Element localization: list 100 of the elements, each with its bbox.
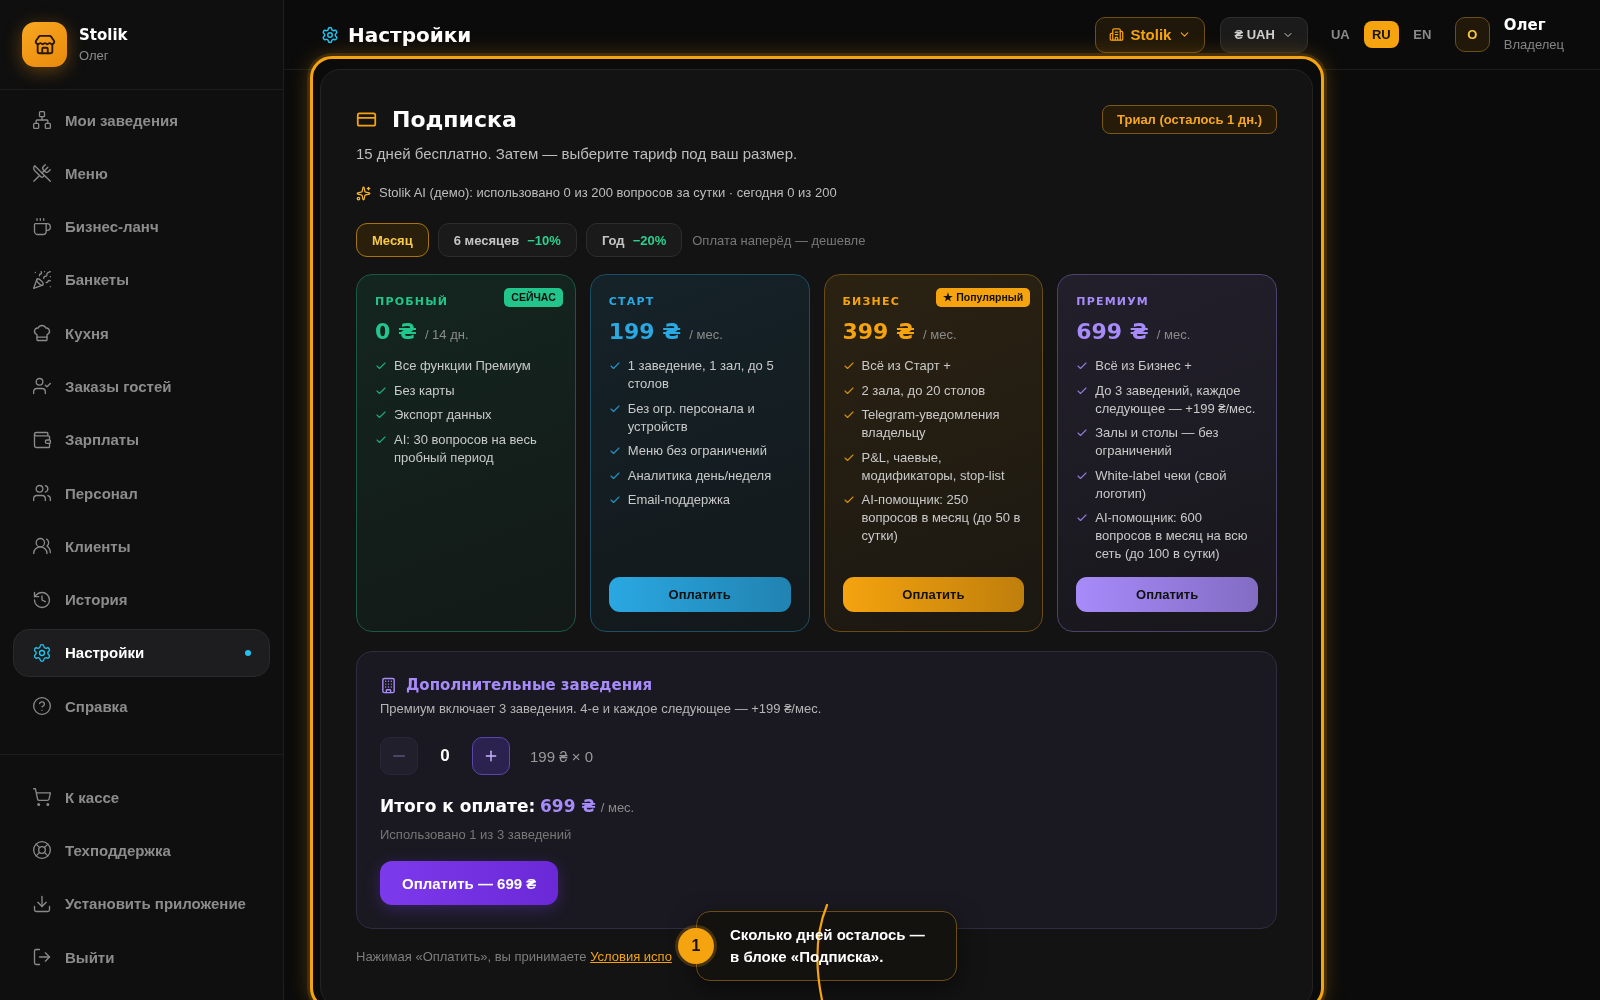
feature-text: White-label чеки (свой логотип) bbox=[1095, 466, 1228, 503]
check-icon bbox=[1076, 360, 1089, 372]
check-icon bbox=[1076, 427, 1089, 439]
price-period: / 14 дн. bbox=[424, 327, 469, 342]
active-dot-icon bbox=[245, 649, 251, 656]
nav-item[interactable]: К кассе bbox=[13, 773, 270, 822]
feature-text: 2 зала, до 20 столов bbox=[861, 381, 986, 400]
nav-item[interactable]: Мои заведения bbox=[13, 96, 270, 144]
feature-text: Аналитика день/неделя bbox=[627, 466, 772, 485]
feature-text: Всё из Старт + bbox=[861, 357, 951, 375]
period-tab[interactable]: 6 месяцев −10% bbox=[437, 223, 577, 257]
party-popper-icon bbox=[32, 269, 52, 290]
download-icon bbox=[32, 893, 52, 914]
users-icon bbox=[32, 483, 52, 504]
nav-item[interactable]: Выйти bbox=[13, 933, 270, 981]
plan-name: ПРОБНЫЙ bbox=[375, 295, 449, 309]
venue-select[interactable]: Stolik bbox=[1094, 16, 1206, 53]
feature-text: Без карты bbox=[394, 381, 455, 400]
feature-text: AI: 30 вопросов на весь пробный период bbox=[394, 430, 538, 467]
step-number: 1 bbox=[678, 928, 714, 964]
chef-hat-icon bbox=[32, 323, 52, 344]
page-title: Настройки bbox=[348, 21, 472, 48]
users-icon bbox=[32, 536, 52, 557]
plan-name: СТАРТ bbox=[608, 295, 655, 309]
nav-item[interactable]: Зарплаты bbox=[13, 415, 270, 464]
settings-icon bbox=[321, 25, 339, 44]
minus-icon bbox=[393, 755, 405, 757]
store-logo-icon bbox=[22, 22, 67, 67]
period-tab[interactable]: Год −20% bbox=[585, 223, 683, 257]
nav-item[interactable]: Техподдержка bbox=[13, 826, 270, 875]
panel-description: Премиум включает 3 заведения. 4-е и каждое следующее — +199 ₴/мес. bbox=[380, 700, 822, 718]
nav-item[interactable]: Настройки bbox=[13, 628, 270, 677]
feature-text: Все функции Премиум bbox=[394, 357, 531, 375]
period-tab[interactable]: Месяц bbox=[356, 223, 429, 257]
building-icon bbox=[380, 676, 397, 694]
feature-text: Меню без ограничений bbox=[627, 442, 767, 460]
price-period: / мес. bbox=[923, 327, 957, 342]
feature-text: Email-поддержка bbox=[627, 491, 731, 509]
brand-user: Олег bbox=[79, 46, 109, 64]
nav-item[interactable]: Персонал bbox=[13, 469, 270, 518]
nav-item[interactable]: Банкеты bbox=[13, 255, 270, 304]
user-role: Владелец bbox=[1503, 36, 1564, 53]
increment-button[interactable] bbox=[472, 737, 510, 775]
brand-name: Stolik bbox=[79, 25, 128, 45]
trial-status-badge: Триал (осталось 1 дн.) bbox=[1102, 105, 1277, 134]
building-icon bbox=[1108, 27, 1124, 42]
plan-price: 699 ₴ bbox=[1076, 318, 1149, 346]
cup-icon bbox=[32, 216, 52, 237]
price-period: / мес. bbox=[689, 327, 723, 342]
pay-total-button[interactable]: Оплатить — 699 ₴ bbox=[380, 861, 559, 905]
feature-text: Telegram-уведомления владельцу bbox=[861, 406, 1001, 442]
utensils-icon bbox=[32, 163, 52, 184]
quantity-value: 0 bbox=[439, 746, 451, 766]
feature-text: AI-помощник: 250 вопросов в месяц (до 50 в сутки) bbox=[861, 491, 1022, 545]
language-tab[interactable]: EN bbox=[1404, 21, 1440, 48]
plan-price: 399 ₴ bbox=[842, 318, 915, 346]
settings-icon bbox=[32, 642, 52, 663]
language-tab[interactable]: UA bbox=[1322, 21, 1358, 48]
user-avatar[interactable]: О bbox=[1454, 17, 1490, 52]
plan-price: 0 ₴ bbox=[375, 318, 417, 346]
user-check-icon bbox=[32, 376, 52, 397]
nav-item[interactable]: История bbox=[13, 575, 270, 624]
feature-text: До 3 заведений, каждое следующее — +199 ₴/мес. bbox=[1095, 381, 1257, 418]
nav-item[interactable]: Клиенты bbox=[13, 522, 270, 571]
section-title: Подписка bbox=[392, 105, 517, 134]
nav-item[interactable]: Меню bbox=[13, 149, 270, 198]
sparkles-icon bbox=[356, 185, 371, 201]
nav-item[interactable]: Установить приложение bbox=[13, 879, 270, 928]
feature-text: AI-помощник: 600 вопросов в месяц на всю сеть (до 100 в сутки) bbox=[1095, 509, 1249, 563]
currency-select[interactable]: ₴ UAH bbox=[1220, 16, 1308, 53]
period-note: Оплата наперёд — дешевле bbox=[692, 232, 866, 248]
feature-text: Без огр. персонала и устройств bbox=[627, 399, 756, 436]
price-period: / мес. bbox=[1156, 327, 1191, 342]
nav-item[interactable]: Заказы гостей bbox=[13, 362, 270, 411]
check-icon bbox=[375, 360, 387, 372]
check-icon bbox=[842, 494, 855, 506]
check-icon bbox=[1076, 512, 1089, 524]
plus-icon bbox=[483, 748, 499, 764]
plan-badge: СЕЙЧАС bbox=[504, 288, 563, 307]
language-tab[interactable]: RU bbox=[1363, 21, 1399, 48]
pay-button[interactable]: Оплатить bbox=[608, 577, 791, 612]
nav-item[interactable]: Кухня bbox=[13, 309, 270, 358]
feature-text: Залы и столы — без ограничений bbox=[1095, 424, 1220, 460]
check-icon bbox=[608, 494, 621, 506]
pay-button[interactable]: Оплатить bbox=[842, 577, 1025, 612]
pay-button[interactable]: Оплатить bbox=[1076, 577, 1258, 612]
plan-badge: ★ Популярный bbox=[936, 288, 1031, 307]
check-icon bbox=[842, 409, 855, 421]
nav-item[interactable]: Справка bbox=[13, 682, 270, 731]
section-subtitle: 15 дней бесплатно. Затем — выберите тариф под ваш размер. bbox=[356, 144, 798, 164]
cart-icon bbox=[32, 787, 52, 808]
feature-text: Экспорт данных bbox=[394, 406, 492, 424]
usage-text: Использовано 1 из 3 заведений bbox=[380, 826, 572, 844]
terms-link[interactable]: Условия испо bbox=[590, 949, 672, 964]
nav-item[interactable]: Бизнес-ланч bbox=[13, 202, 270, 251]
check-icon bbox=[608, 445, 621, 457]
plan-price: 199 ₴ bbox=[608, 318, 682, 346]
check-icon bbox=[375, 409, 387, 421]
ai-usage-text: Stolik AI (демо): использовано 0 из 200 вопросов за сутки · сегодня 0 из 200 bbox=[379, 184, 837, 202]
total-line: Итого к оплате: 699 ₴ / мес. bbox=[380, 795, 635, 818]
